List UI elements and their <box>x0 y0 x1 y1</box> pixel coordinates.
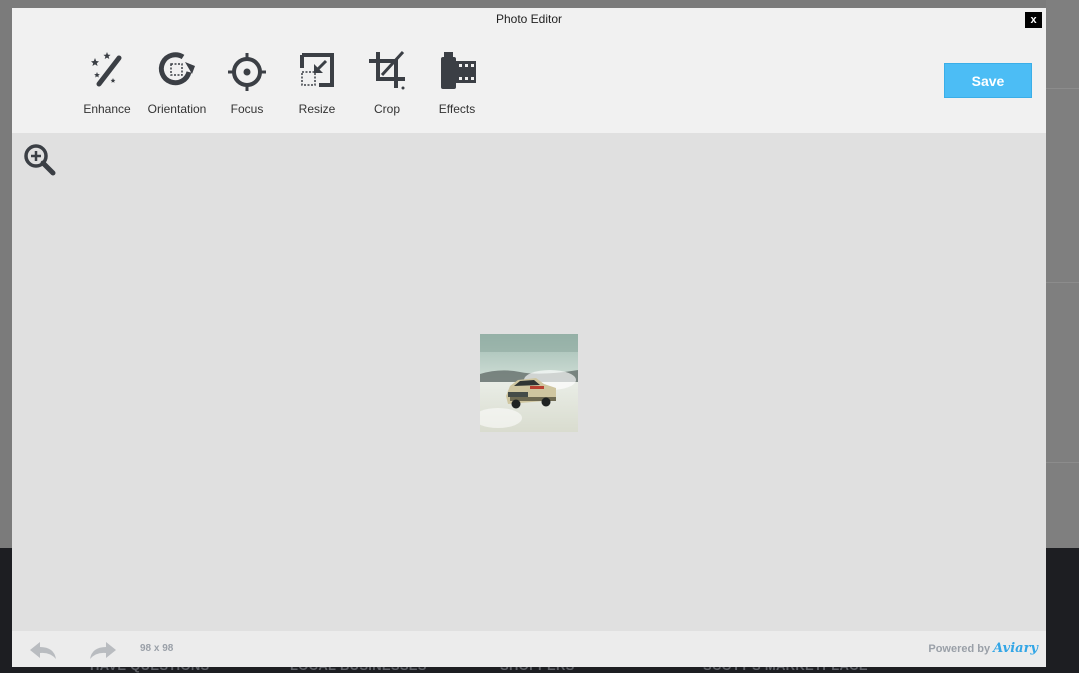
tool-effects[interactable]: Effects <box>422 48 492 116</box>
close-button[interactable]: x <box>1025 12 1042 28</box>
crosshair-icon <box>228 53 266 91</box>
powered-by: Powered by Aviary <box>928 641 1038 656</box>
aviary-logo[interactable]: Aviary <box>993 641 1038 656</box>
tool-focus-label: Focus <box>230 102 264 116</box>
zoom-in-icon[interactable] <box>22 142 58 178</box>
tool-crop-label: Crop <box>373 102 400 116</box>
tool-enhance[interactable]: Enhance <box>72 48 142 116</box>
photo-editor-modal: Photo Editor x Enhance Orientation Focus… <box>12 8 1046 667</box>
modal-title: Photo Editor <box>495 12 563 26</box>
tool-orientation-label: Orientation <box>147 102 207 116</box>
tool-crop[interactable]: Crop <box>352 48 422 116</box>
rotate-icon <box>158 52 195 86</box>
tool-resize[interactable]: Resize <box>282 48 352 116</box>
image-dimensions: 98 x 98 <box>140 643 174 654</box>
photo-preview <box>480 334 578 432</box>
background-right-column <box>1046 0 1079 548</box>
powered-by-text: Powered by <box>928 643 991 655</box>
magic-wand-icon <box>91 52 122 87</box>
tool-orientation[interactable]: Orientation <box>142 48 212 116</box>
editor-status-bar: 98 x 98 Powered by Aviary <box>12 631 1046 667</box>
save-button[interactable]: Save <box>944 63 1032 98</box>
tool-resize-label: Resize <box>298 102 336 116</box>
tool-effects-label: Effects <box>438 102 476 116</box>
film-effects-icon <box>441 52 476 89</box>
redo-icon[interactable] <box>88 639 118 661</box>
crop-icon <box>369 50 405 90</box>
resize-icon <box>300 53 334 87</box>
tool-enhance-label: Enhance <box>83 102 131 116</box>
rally-car-photo <box>480 334 578 432</box>
image-canvas[interactable] <box>12 133 1046 631</box>
undo-icon[interactable] <box>28 639 58 661</box>
tool-focus[interactable]: Focus <box>212 48 282 116</box>
